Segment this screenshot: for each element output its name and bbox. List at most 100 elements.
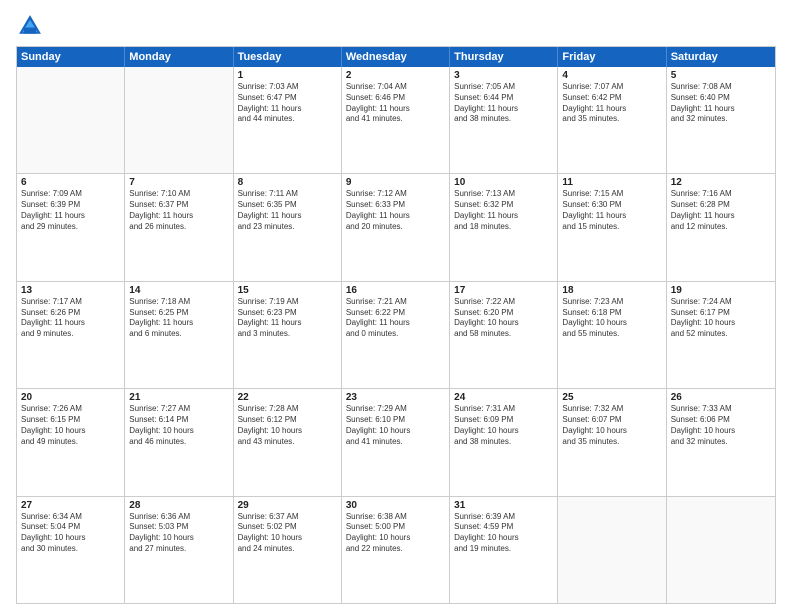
cell-line: Sunrise: 7:16 AM bbox=[671, 189, 771, 200]
cell-line: Daylight: 11 hours bbox=[21, 211, 120, 222]
day-number: 27 bbox=[21, 500, 120, 511]
cell-line: and 43 minutes. bbox=[238, 437, 337, 448]
cell-line: Daylight: 10 hours bbox=[129, 533, 228, 544]
cell-line: Sunrise: 6:34 AM bbox=[21, 512, 120, 523]
day-number: 6 bbox=[21, 177, 120, 188]
cal-cell: 18Sunrise: 7:23 AMSunset: 6:18 PMDayligh… bbox=[558, 282, 666, 388]
cal-cell: 17Sunrise: 7:22 AMSunset: 6:20 PMDayligh… bbox=[450, 282, 558, 388]
cal-cell: 2Sunrise: 7:04 AMSunset: 6:46 PMDaylight… bbox=[342, 67, 450, 173]
cell-line: Daylight: 11 hours bbox=[129, 318, 228, 329]
day-number: 23 bbox=[346, 392, 445, 403]
cell-line: and 12 minutes. bbox=[671, 222, 771, 233]
cal-header-sunday: Sunday bbox=[17, 47, 125, 67]
cell-line: and 35 minutes. bbox=[562, 114, 661, 125]
cell-line: and 24 minutes. bbox=[238, 544, 337, 555]
cell-line: Daylight: 10 hours bbox=[454, 318, 553, 329]
page: SundayMondayTuesdayWednesdayThursdayFrid… bbox=[0, 0, 792, 612]
cal-cell: 15Sunrise: 7:19 AMSunset: 6:23 PMDayligh… bbox=[234, 282, 342, 388]
cell-line: Sunrise: 7:10 AM bbox=[129, 189, 228, 200]
cal-cell: 6Sunrise: 7:09 AMSunset: 6:39 PMDaylight… bbox=[17, 174, 125, 280]
cal-cell: 31Sunrise: 6:39 AMSunset: 4:59 PMDayligh… bbox=[450, 497, 558, 603]
day-number: 5 bbox=[671, 70, 771, 81]
cell-line: Sunset: 5:02 PM bbox=[238, 522, 337, 533]
day-number: 14 bbox=[129, 285, 228, 296]
cal-week-2: 6Sunrise: 7:09 AMSunset: 6:39 PMDaylight… bbox=[17, 173, 775, 280]
cal-cell: 1Sunrise: 7:03 AMSunset: 6:47 PMDaylight… bbox=[234, 67, 342, 173]
cal-cell: 27Sunrise: 6:34 AMSunset: 5:04 PMDayligh… bbox=[17, 497, 125, 603]
cal-header-tuesday: Tuesday bbox=[234, 47, 342, 67]
cal-cell bbox=[558, 497, 666, 603]
cell-line: Sunset: 6:17 PM bbox=[671, 308, 771, 319]
cell-line: Daylight: 11 hours bbox=[671, 104, 771, 115]
cell-line: Sunrise: 7:17 AM bbox=[21, 297, 120, 308]
cal-header-saturday: Saturday bbox=[667, 47, 775, 67]
cell-line: Sunset: 6:30 PM bbox=[562, 200, 661, 211]
cell-line: Sunset: 6:15 PM bbox=[21, 415, 120, 426]
cell-line: and 9 minutes. bbox=[21, 329, 120, 340]
cell-line: Sunset: 6:18 PM bbox=[562, 308, 661, 319]
cell-line: Daylight: 11 hours bbox=[129, 211, 228, 222]
day-number: 24 bbox=[454, 392, 553, 403]
cell-line: Sunrise: 7:11 AM bbox=[238, 189, 337, 200]
cell-line: Sunset: 6:14 PM bbox=[129, 415, 228, 426]
cal-cell: 14Sunrise: 7:18 AMSunset: 6:25 PMDayligh… bbox=[125, 282, 233, 388]
day-number: 20 bbox=[21, 392, 120, 403]
cell-line: and 19 minutes. bbox=[454, 544, 553, 555]
cell-line: Sunrise: 7:07 AM bbox=[562, 82, 661, 93]
cal-cell: 12Sunrise: 7:16 AMSunset: 6:28 PMDayligh… bbox=[667, 174, 775, 280]
cell-line: Daylight: 10 hours bbox=[454, 426, 553, 437]
cell-line: Sunrise: 7:31 AM bbox=[454, 404, 553, 415]
cell-line: Sunset: 4:59 PM bbox=[454, 522, 553, 533]
day-number: 10 bbox=[454, 177, 553, 188]
cell-line: and 58 minutes. bbox=[454, 329, 553, 340]
cell-line: Daylight: 10 hours bbox=[454, 533, 553, 544]
day-number: 3 bbox=[454, 70, 553, 81]
cell-line: Sunset: 5:04 PM bbox=[21, 522, 120, 533]
cell-line: Sunrise: 7:08 AM bbox=[671, 82, 771, 93]
cal-cell bbox=[125, 67, 233, 173]
cell-line: and 15 minutes. bbox=[562, 222, 661, 233]
cell-line: Sunset: 6:47 PM bbox=[238, 93, 337, 104]
calendar-body: 1Sunrise: 7:03 AMSunset: 6:47 PMDaylight… bbox=[17, 67, 775, 603]
cell-line: and 27 minutes. bbox=[129, 544, 228, 555]
cell-line: Sunrise: 7:28 AM bbox=[238, 404, 337, 415]
cal-cell: 5Sunrise: 7:08 AMSunset: 6:40 PMDaylight… bbox=[667, 67, 775, 173]
cell-line: Sunrise: 7:29 AM bbox=[346, 404, 445, 415]
cell-line: Sunset: 6:42 PM bbox=[562, 93, 661, 104]
cal-header-friday: Friday bbox=[558, 47, 666, 67]
cell-line: Sunrise: 7:19 AM bbox=[238, 297, 337, 308]
cal-cell: 11Sunrise: 7:15 AMSunset: 6:30 PMDayligh… bbox=[558, 174, 666, 280]
cell-line: and 20 minutes. bbox=[346, 222, 445, 233]
day-number: 17 bbox=[454, 285, 553, 296]
header bbox=[16, 12, 776, 40]
cell-line: and 29 minutes. bbox=[21, 222, 120, 233]
cell-line: Daylight: 11 hours bbox=[454, 211, 553, 222]
cal-header-thursday: Thursday bbox=[450, 47, 558, 67]
cell-line: Sunset: 6:32 PM bbox=[454, 200, 553, 211]
cell-line: and 30 minutes. bbox=[21, 544, 120, 555]
day-number: 2 bbox=[346, 70, 445, 81]
cal-cell: 19Sunrise: 7:24 AMSunset: 6:17 PMDayligh… bbox=[667, 282, 775, 388]
logo bbox=[16, 12, 48, 40]
cell-line: Sunset: 6:25 PM bbox=[129, 308, 228, 319]
calendar-header-row: SundayMondayTuesdayWednesdayThursdayFrid… bbox=[17, 47, 775, 67]
cell-line: Sunset: 6:10 PM bbox=[346, 415, 445, 426]
cell-line: Sunset: 6:35 PM bbox=[238, 200, 337, 211]
cell-line: Sunset: 6:23 PM bbox=[238, 308, 337, 319]
cell-line: Sunrise: 7:12 AM bbox=[346, 189, 445, 200]
day-number: 15 bbox=[238, 285, 337, 296]
cell-line: Sunset: 6:28 PM bbox=[671, 200, 771, 211]
cell-line: Sunset: 6:09 PM bbox=[454, 415, 553, 426]
cell-line: Sunrise: 7:13 AM bbox=[454, 189, 553, 200]
cell-line: and 23 minutes. bbox=[238, 222, 337, 233]
cell-line: Sunrise: 6:39 AM bbox=[454, 512, 553, 523]
cell-line: Sunset: 6:22 PM bbox=[346, 308, 445, 319]
calendar: SundayMondayTuesdayWednesdayThursdayFrid… bbox=[16, 46, 776, 604]
cell-line: Sunset: 5:03 PM bbox=[129, 522, 228, 533]
cell-line: Sunrise: 6:37 AM bbox=[238, 512, 337, 523]
cell-line: and 41 minutes. bbox=[346, 437, 445, 448]
cell-line: and 18 minutes. bbox=[454, 222, 553, 233]
cal-cell bbox=[667, 497, 775, 603]
cell-line: Sunset: 6:07 PM bbox=[562, 415, 661, 426]
cal-cell: 3Sunrise: 7:05 AMSunset: 6:44 PMDaylight… bbox=[450, 67, 558, 173]
